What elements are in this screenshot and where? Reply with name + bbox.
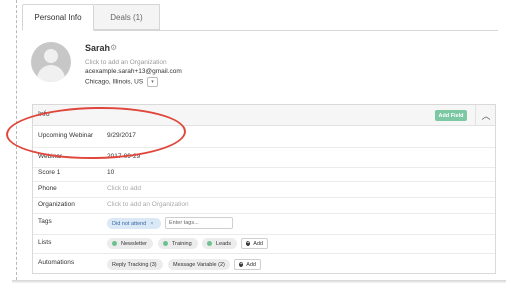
contact-name[interactable]: Sarah [85,43,110,53]
add-list-button[interactable]: + Add [241,238,268,249]
close-icon[interactable]: × [150,221,153,227]
organization-link[interactable]: Click to add an Organization [85,59,167,66]
automation-pill[interactable]: Message Variable (2) [168,259,230,270]
field-row-score: Score 1 10 [33,167,495,182]
field-label: Score 1 [38,169,61,176]
contact-page: Personal Info Deals (1) Sarah ⚙ Click to… [0,0,514,288]
field-row-automations: Automations Reply Tracking (3) Message V… [33,253,495,273]
plus-icon: + [239,261,244,267]
list-pill-label: Leads [216,240,231,247]
field-row-phone: Phone Click to add [33,181,495,198]
field-label: Phone [38,185,57,192]
add-field-button[interactable]: Add Field [435,110,467,121]
check-dot-icon [163,241,168,246]
check-dot-icon [207,241,212,246]
list-pill[interactable]: Training [158,238,198,249]
field-row-lists: Lists Newsletter Training Leads + Add [33,234,495,254]
contact-email[interactable]: acexample.sarah+13@gmail.com [85,68,182,75]
field-row-organization: Organization Click to add an Organizatio… [33,197,495,214]
list-pill[interactable]: Leads [202,238,237,249]
automation-pill[interactable]: Reply Tracking (3) [107,259,163,270]
bottom-shadow [12,280,506,283]
tab-deals[interactable]: Deals (1) [94,4,160,30]
list-pill-label: Newsletter [121,240,147,247]
avatar-body-shape [37,65,65,82]
plus-icon: + [246,240,251,246]
list-pill-label: Training [172,240,192,247]
avatar[interactable] [31,42,71,82]
gear-icon[interactable]: ⚙ [110,43,117,52]
tab-personal-info[interactable]: Personal Info [22,4,94,31]
field-label: Tags [38,218,52,225]
list-pill[interactable]: Newsletter [107,238,153,249]
add-automation-label: Add [246,261,256,268]
field-value[interactable]: Click to add an Organization [107,201,189,208]
field-row-tags: Tags Did not attend × Enter tags... [33,213,495,235]
location-text: Chicago, Illinois, US [85,78,144,86]
tags-input[interactable]: Enter tags... [165,217,233,229]
chevron-up-icon[interactable]: ︿ [475,105,496,125]
add-list-label: Add [253,240,263,247]
tab-bar: Personal Info Deals (1) [22,4,498,31]
field-label: Lists [38,239,52,246]
avatar-head-shape [44,49,58,63]
contact-location[interactable]: Chicago, Illinois, US ▾ [85,77,158,87]
field-value[interactable]: Click to add [107,185,141,192]
tag-chip[interactable]: Did not attend × [107,218,161,229]
field-value[interactable]: 10 [107,169,114,176]
field-label: Organization [38,201,75,208]
field-label: Automations [38,259,75,266]
tag-chip-label: Did not attend [112,220,147,227]
add-automation-button[interactable]: + Add [234,259,261,270]
check-dot-icon [112,241,117,246]
chevron-down-icon[interactable]: ▾ [146,77,158,87]
